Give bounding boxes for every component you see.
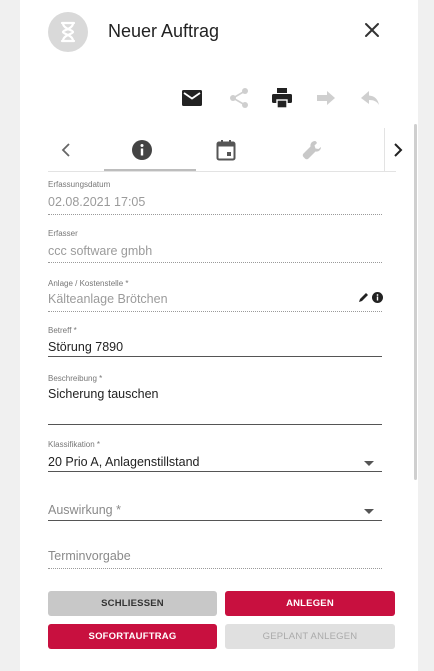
field-underline <box>48 520 382 521</box>
reply-icon <box>360 90 380 106</box>
field-value: Kälteanlage Brötchen <box>48 292 168 306</box>
sofortauftrag-button[interactable]: SOFORTAUFTRAG <box>48 624 217 649</box>
reply-button[interactable] <box>358 86 382 110</box>
field-beschreibung[interactable]: Beschreibung * Sicherung tauschen <box>48 374 382 426</box>
tab-wrench[interactable] <box>296 134 328 166</box>
tab-bar <box>48 128 403 172</box>
chevron-left-icon <box>61 143 71 157</box>
share-button[interactable] <box>227 86 251 110</box>
field-betreff[interactable]: Betreff * Störung 7890 <box>48 326 382 358</box>
info-icon <box>131 139 153 161</box>
field-underline <box>48 356 382 357</box>
print-icon <box>271 87 293 109</box>
field-label: Erfassungsdatum <box>48 180 111 189</box>
chevron-right-icon <box>393 143 403 157</box>
wrench-icon <box>301 139 323 161</box>
field-value[interactable]: Störung 7890 <box>48 340 123 354</box>
field-auswirkung[interactable]: Auswirkung * <box>48 501 382 523</box>
field-terminvorgabe[interactable]: Terminvorgabe <box>48 549 382 571</box>
close-button[interactable] <box>360 18 384 42</box>
chevron-down-icon[interactable] <box>364 509 374 514</box>
schliessen-button[interactable]: SCHLIESSEN <box>48 591 217 616</box>
field-label: Erfasser <box>48 229 78 238</box>
field-label: Anlage / Kostenstelle * <box>48 279 129 288</box>
field-value[interactable]: Sicherung tauschen <box>48 387 159 401</box>
field-underline <box>48 471 382 472</box>
field-label: Beschreibung * <box>48 374 103 383</box>
field-label: Betreff * <box>48 326 77 335</box>
field-value[interactable]: 20 Prio A, Anlagenstillstand <box>48 455 200 469</box>
field-underline <box>48 424 382 425</box>
field-placeholder[interactable]: Auswirkung * <box>48 503 121 517</box>
page-title: Neuer Auftrag <box>108 21 220 41</box>
order-dialog: Neuer Auftrag Erfassungsdatum 02.08.2021… <box>20 0 418 671</box>
dialog-header: Neuer Auftrag <box>20 0 418 64</box>
field-anlage[interactable]: Anlage / Kostenstelle * Kälteanlage Bröt… <box>48 279 383 315</box>
field-underline <box>48 311 382 312</box>
order-avatar <box>48 12 88 52</box>
mail-icon <box>181 89 203 107</box>
info-icon[interactable] <box>372 292 383 303</box>
forward-icon <box>316 90 336 106</box>
field-value: ccc software gmbh <box>48 244 153 258</box>
mail-button[interactable] <box>180 86 204 110</box>
anlegen-button[interactable]: ANLEGEN <box>225 591 395 616</box>
close-icon <box>364 22 380 38</box>
field-label: Klassifikation * <box>48 440 101 449</box>
tab-info[interactable] <box>126 134 158 166</box>
share-icon <box>228 87 250 109</box>
field-value: 02.08.2021 17:05 <box>48 195 146 209</box>
field-placeholder[interactable]: Terminvorgabe <box>48 549 131 563</box>
calendar-icon <box>216 139 236 161</box>
scrollbar[interactable] <box>414 124 417 480</box>
chevron-down-icon[interactable] <box>364 461 374 466</box>
field-underline <box>48 568 382 569</box>
hourglass-icon <box>59 21 77 43</box>
print-button[interactable] <box>270 86 294 110</box>
tab-active-indicator <box>104 169 196 171</box>
geplant-anlegen-button: GEPLANT ANLEGEN <box>225 624 395 649</box>
pencil-icon[interactable] <box>358 292 369 303</box>
field-underline <box>48 262 382 263</box>
field-erfassungsdatum: Erfassungsdatum 02.08.2021 17:05 <box>48 180 382 216</box>
tab-prev-button[interactable] <box>50 134 82 166</box>
field-underline <box>48 214 382 215</box>
field-klassifikation[interactable]: Klassifikation * 20 Prio A, Anlagenstill… <box>48 440 382 472</box>
forward-button[interactable] <box>314 86 338 110</box>
tab-calendar[interactable] <box>210 134 242 166</box>
tab-next-button[interactable] <box>382 134 414 166</box>
field-erfasser: Erfasser ccc software gmbh <box>48 229 382 265</box>
